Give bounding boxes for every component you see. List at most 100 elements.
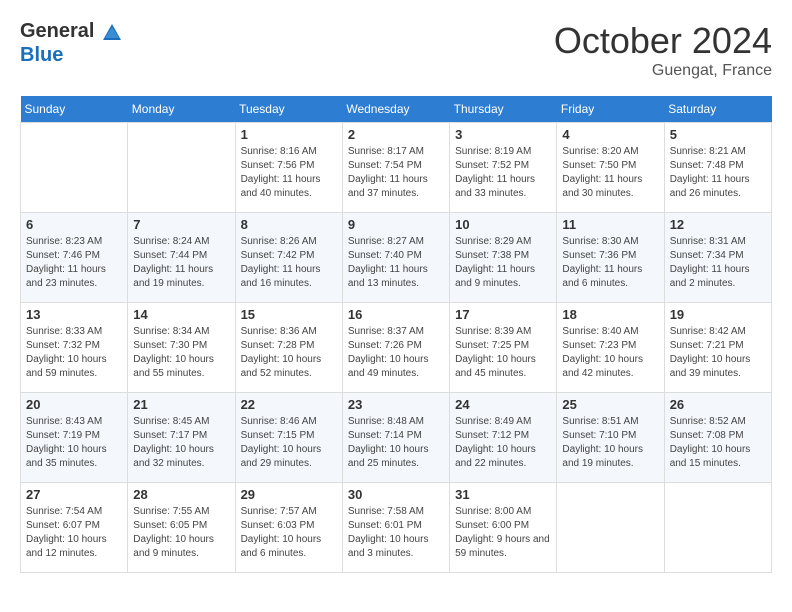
logo-blue: Blue: [20, 44, 63, 66]
day-info: Sunrise: 8:21 AMSunset: 7:48 PMDaylight:…: [670, 145, 766, 201]
calendar-cell: 27 Sunrise: 7:54 AMSunset: 6:07 PMDayligh…: [21, 483, 128, 573]
week-row-5: 27 Sunrise: 7:54 AMSunset: 6:07 PMDayligh…: [21, 483, 772, 573]
day-info: Sunrise: 8:52 AMSunset: 7:08 PMDaylight:…: [670, 415, 766, 471]
day-number: 21: [133, 397, 229, 412]
calendar-cell: 23 Sunrise: 8:48 AMSunset: 7:14 PMDayligh…: [342, 393, 449, 483]
day-number: 13: [26, 307, 122, 322]
day-info: Sunrise: 8:48 AMSunset: 7:14 PMDaylight:…: [348, 415, 444, 471]
calendar-cell: 12Sunrise: 8:31 AMSunset: 7:34 PMDayligh…: [664, 213, 771, 303]
calendar-cell: 3 Sunrise: 8:19 AMSunset: 7:52 PMDaylight…: [450, 123, 557, 213]
day-number: 30: [348, 487, 444, 502]
header-row: SundayMondayTuesdayWednesdayThursdayFrid…: [21, 96, 772, 123]
calendar-cell: 19 Sunrise: 8:42 AMSunset: 7:21 PMDayligh…: [664, 303, 771, 393]
day-info: Sunrise: 8:17 AMSunset: 7:54 PMDaylight:…: [348, 145, 444, 201]
calendar-cell: 24 Sunrise: 8:49 AMSunset: 7:12 PMDayligh…: [450, 393, 557, 483]
week-row-1: 1Sunrise: 8:16 AMSunset: 7:56 PMDaylight…: [21, 123, 772, 213]
calendar-cell: 30 Sunrise: 7:58 AMSunset: 6:01 PMDayligh…: [342, 483, 449, 573]
calendar-cell: [557, 483, 664, 573]
day-number: 18: [562, 307, 658, 322]
day-number: 9: [348, 217, 444, 232]
week-row-3: 13 Sunrise: 8:33 AMSunset: 7:32 PMDayligh…: [21, 303, 772, 393]
calendar-cell: 21Sunrise: 8:45 AMSunset: 7:17 PMDayligh…: [128, 393, 235, 483]
day-info: Sunrise: 8:40 AMSunset: 7:23 PMDaylight:…: [562, 325, 658, 381]
week-row-4: 20 Sunrise: 8:43 AMSunset: 7:19 PMDayligh…: [21, 393, 772, 483]
location: Guengat, France: [554, 62, 772, 80]
logo-icon: [101, 22, 123, 44]
calendar-cell: 1Sunrise: 8:16 AMSunset: 7:56 PMDaylight…: [235, 123, 342, 213]
day-info: Sunrise: 8:30 AMSunset: 7:36 PMDaylight:…: [562, 235, 658, 291]
day-number: 10: [455, 217, 551, 232]
day-number: 2: [348, 127, 444, 142]
day-info: Sunrise: 8:42 AMSunset: 7:21 PMDaylight:…: [670, 325, 766, 381]
calendar-cell: [664, 483, 771, 573]
day-header-sunday: Sunday: [21, 96, 128, 123]
title-section: October 2024 Guengat, France: [554, 20, 772, 80]
page-header: General Blue October 2024 Guengat, Franc…: [20, 20, 772, 80]
day-number: 11: [562, 217, 658, 232]
calendar-table: SundayMondayTuesdayWednesdayThursdayFrid…: [20, 96, 772, 573]
day-number: 31: [455, 487, 551, 502]
day-info: Sunrise: 8:49 AMSunset: 7:12 PMDaylight:…: [455, 415, 551, 471]
day-info: Sunrise: 8:00 AMSunset: 6:00 PMDaylight:…: [455, 505, 551, 561]
day-number: 19: [670, 307, 766, 322]
logo-general: General: [20, 20, 94, 42]
day-number: 4: [562, 127, 658, 142]
day-info: Sunrise: 8:46 AMSunset: 7:15 PMDaylight:…: [241, 415, 337, 471]
day-number: 28: [133, 487, 229, 502]
day-info: Sunrise: 8:36 AMSunset: 7:28 PMDaylight:…: [241, 325, 337, 381]
day-number: 26: [670, 397, 766, 412]
day-info: Sunrise: 8:20 AMSunset: 7:50 PMDaylight:…: [562, 145, 658, 201]
day-number: 3: [455, 127, 551, 142]
calendar-cell: 7 Sunrise: 8:24 AMSunset: 7:44 PMDaylight…: [128, 213, 235, 303]
calendar-cell: 31 Sunrise: 8:00 AMSunset: 6:00 PMDayligh…: [450, 483, 557, 573]
day-number: 27: [26, 487, 122, 502]
calendar-cell: 15 Sunrise: 8:36 AMSunset: 7:28 PMDayligh…: [235, 303, 342, 393]
day-info: Sunrise: 8:33 AMSunset: 7:32 PMDaylight:…: [26, 325, 122, 381]
day-info: Sunrise: 8:39 AMSunset: 7:25 PMDaylight:…: [455, 325, 551, 381]
day-info: Sunrise: 8:26 AMSunset: 7:42 PMDaylight:…: [241, 235, 337, 291]
day-number: 7: [133, 217, 229, 232]
calendar-cell: 28 Sunrise: 7:55 AMSunset: 6:05 PMDayligh…: [128, 483, 235, 573]
day-info: Sunrise: 7:57 AMSunset: 6:03 PMDaylight:…: [241, 505, 337, 561]
day-number: 22: [241, 397, 337, 412]
day-number: 24: [455, 397, 551, 412]
day-info: Sunrise: 8:24 AMSunset: 7:44 PMDaylight:…: [133, 235, 229, 291]
calendar-cell: 17Sunrise: 8:39 AMSunset: 7:25 PMDayligh…: [450, 303, 557, 393]
day-number: 15: [241, 307, 337, 322]
day-info: Sunrise: 8:27 AMSunset: 7:40 PMDaylight:…: [348, 235, 444, 291]
day-number: 14: [133, 307, 229, 322]
month-title: October 2024: [554, 20, 772, 62]
logo: General Blue: [20, 20, 125, 67]
day-info: Sunrise: 8:31 AMSunset: 7:34 PMDaylight:…: [670, 235, 766, 291]
calendar-cell: [21, 123, 128, 213]
day-info: Sunrise: 8:37 AMSunset: 7:26 PMDaylight:…: [348, 325, 444, 381]
calendar-cell: 22 Sunrise: 8:46 AMSunset: 7:15 PMDayligh…: [235, 393, 342, 483]
calendar-cell: 8Sunrise: 8:26 AMSunset: 7:42 PMDaylight…: [235, 213, 342, 303]
day-header-friday: Friday: [557, 96, 664, 123]
day-info: Sunrise: 8:51 AMSunset: 7:10 PMDaylight:…: [562, 415, 658, 471]
day-info: Sunrise: 8:29 AMSunset: 7:38 PMDaylight:…: [455, 235, 551, 291]
calendar-cell: 20 Sunrise: 8:43 AMSunset: 7:19 PMDayligh…: [21, 393, 128, 483]
day-info: Sunrise: 7:55 AMSunset: 6:05 PMDaylight:…: [133, 505, 229, 561]
day-number: 5: [670, 127, 766, 142]
day-number: 29: [241, 487, 337, 502]
day-number: 23: [348, 397, 444, 412]
day-number: 6: [26, 217, 122, 232]
day-info: Sunrise: 7:58 AMSunset: 6:01 PMDaylight:…: [348, 505, 444, 561]
calendar-cell: 18 Sunrise: 8:40 AMSunset: 7:23 PMDayligh…: [557, 303, 664, 393]
day-info: Sunrise: 8:16 AMSunset: 7:56 PMDaylight:…: [241, 145, 337, 201]
calendar-cell: 11 Sunrise: 8:30 AMSunset: 7:36 PMDayligh…: [557, 213, 664, 303]
day-info: Sunrise: 8:34 AMSunset: 7:30 PMDaylight:…: [133, 325, 229, 381]
calendar-cell: 26 Sunrise: 8:52 AMSunset: 7:08 PMDayligh…: [664, 393, 771, 483]
calendar-cell: 13 Sunrise: 8:33 AMSunset: 7:32 PMDayligh…: [21, 303, 128, 393]
day-number: 25: [562, 397, 658, 412]
day-info: Sunrise: 7:54 AMSunset: 6:07 PMDaylight:…: [26, 505, 122, 561]
calendar-cell: 14 Sunrise: 8:34 AMSunset: 7:30 PMDayligh…: [128, 303, 235, 393]
day-info: Sunrise: 8:43 AMSunset: 7:19 PMDaylight:…: [26, 415, 122, 471]
day-number: 20: [26, 397, 122, 412]
calendar-cell: 2 Sunrise: 8:17 AMSunset: 7:54 PMDaylight…: [342, 123, 449, 213]
day-info: Sunrise: 8:19 AMSunset: 7:52 PMDaylight:…: [455, 145, 551, 201]
logo-text: General Blue: [20, 20, 125, 67]
day-header-monday: Monday: [128, 96, 235, 123]
day-header-tuesday: Tuesday: [235, 96, 342, 123]
